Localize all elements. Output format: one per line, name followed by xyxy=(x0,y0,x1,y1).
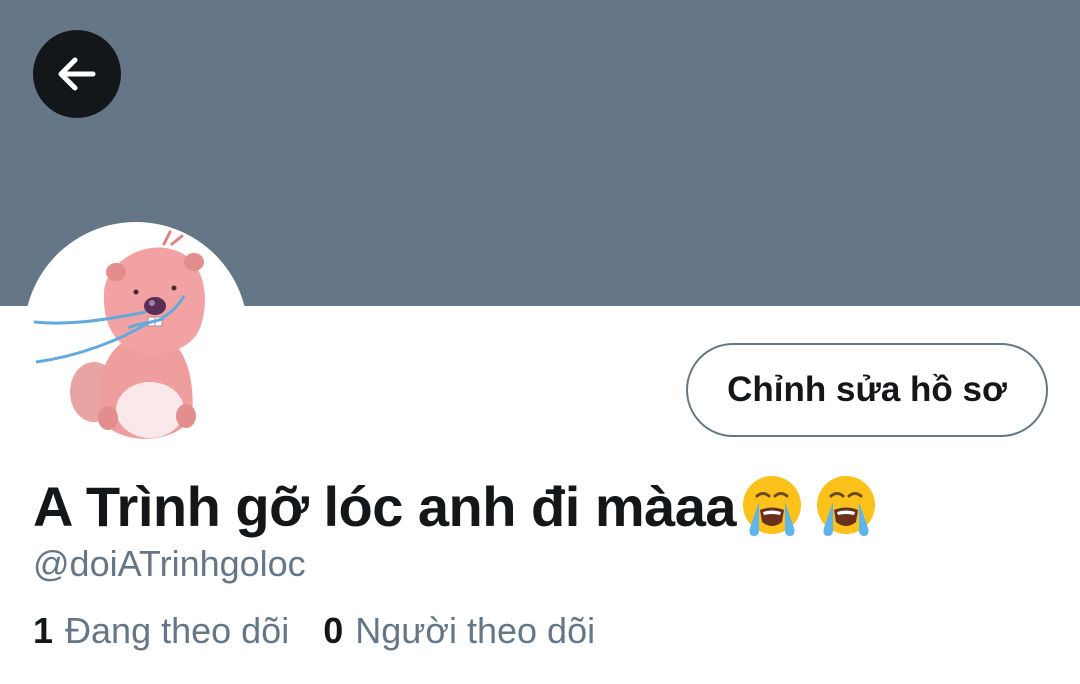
follow-stats: 1 Đang theo dõi 0 Người theo dõi xyxy=(33,610,629,652)
loudly-crying-face-icon xyxy=(817,476,876,536)
arrow-left-icon xyxy=(58,57,96,91)
display-name-text: A Trình gỡ lóc anh đi màaa xyxy=(33,474,737,538)
followers-label: Người theo dõi xyxy=(355,610,596,651)
edit-profile-button[interactable]: Chỉnh sửa hồ sơ xyxy=(686,343,1048,437)
back-button[interactable] xyxy=(33,30,121,118)
following-label: Đang theo dõi xyxy=(65,610,290,651)
followers-count: 0 xyxy=(323,610,344,651)
loudly-crying-face-icon xyxy=(743,476,802,536)
display-name: A Trình gỡ lóc anh đi màaa xyxy=(33,470,880,542)
following-count: 1 xyxy=(33,610,54,651)
beaver-crying-avatar xyxy=(33,230,205,439)
username-handle: @doiATrinhgoloc xyxy=(33,543,306,584)
avatar[interactable] xyxy=(24,222,248,446)
following-link[interactable]: 1 Đang theo dõi xyxy=(33,610,289,652)
followers-link[interactable]: 0 Người theo dõi xyxy=(323,610,595,652)
